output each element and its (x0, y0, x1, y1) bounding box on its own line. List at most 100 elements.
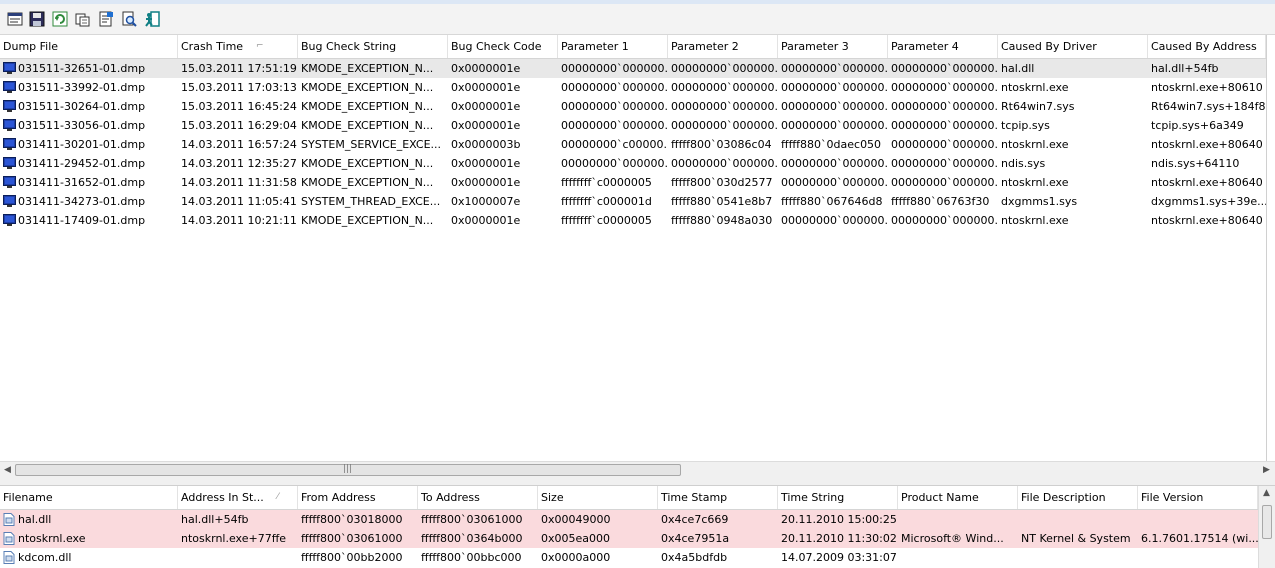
cell-crash-time: 15.03.2011 16:29:04 (181, 119, 297, 132)
horizontal-scroll-thumb[interactable]: ||| (15, 464, 681, 476)
cell-parameter-3: 00000000`000000... (781, 119, 888, 132)
dump-file-icon (3, 81, 16, 93)
column-parameter-1[interactable]: Parameter 1 (558, 35, 668, 58)
cell-crash-time: 14.03.2011 16:57:24 (181, 138, 297, 151)
sort-arrow-icon: ⁄ (277, 492, 279, 502)
cell-parameter-3: 00000000`000000... (781, 62, 888, 75)
column-bug-check-string[interactable]: Bug Check String (298, 35, 448, 58)
column-size[interactable]: Size (538, 486, 658, 509)
cell-caused-by-address: ntoskrnl.exe+80640 (1151, 176, 1263, 189)
cell-caused-by-driver: tcpip.sys (1001, 119, 1050, 132)
cell-caused-by-address: ntoskrnl.exe+80640 (1151, 214, 1263, 227)
cell-parameter-1: ffffffff`c000001d (561, 195, 652, 208)
column-dump-file[interactable]: Dump File (0, 35, 178, 58)
column-parameter-3[interactable]: Parameter 3 (778, 35, 888, 58)
dump-file-icon (3, 138, 16, 150)
cell-time-string: 14.07.2009 03:31:07 (781, 551, 897, 564)
column-caused-by-driver[interactable]: Caused By Driver (998, 35, 1148, 58)
column-product-name[interactable]: Product Name (898, 486, 1018, 509)
column-to-address[interactable]: To Address (418, 486, 538, 509)
cell-crash-time: 14.03.2011 11:05:41 (181, 195, 297, 208)
crash-list-vertical-scrollbar[interactable] (1266, 35, 1275, 461)
column-filename[interactable]: Filename (0, 486, 178, 509)
cell-parameter-4: 00000000`000000... (891, 100, 998, 113)
driver-row[interactable]: ntoskrnl.exe ntoskrnl.exe+77ffe fffff800`0… (0, 529, 1258, 548)
cell-crash-time: 15.03.2011 16:45:24 (181, 100, 297, 113)
cell-dump-file: 031411-17409-01.dmp (18, 214, 146, 227)
driver-list[interactable]: Filename Address In St... ⁄ From Address … (0, 486, 1258, 568)
column-time-string[interactable]: Time String (778, 486, 898, 509)
toolbar (0, 4, 1275, 35)
column-time-stamp[interactable]: Time Stamp (658, 486, 778, 509)
column-crash-time[interactable]: Crash Time ⌐ (178, 35, 298, 58)
cell-parameter-2: 00000000`000000... (671, 81, 778, 94)
cell-dump-file: 031511-32651-01.dmp (18, 62, 146, 75)
scroll-right-icon[interactable]: ▶ (1263, 465, 1270, 475)
cell-bug-check-code: 0x0000001e (451, 176, 521, 189)
crash-row[interactable]: 031511-30264-01.dmp 15.03.2011 16:45:24 KM… (0, 97, 1266, 116)
crash-row[interactable]: 031411-17409-01.dmp 14.03.2011 10:21:11 KM… (0, 211, 1266, 230)
cell-bug-check-code: 0x0000001e (451, 100, 521, 113)
column-from-address[interactable]: From Address (298, 486, 418, 509)
driver-list-vertical-scrollbar[interactable]: ▲ (1258, 486, 1275, 568)
driver-file-icon (3, 551, 16, 564)
cell-dump-file: 031511-30264-01.dmp (18, 100, 146, 113)
html-report-icon[interactable] (97, 10, 115, 27)
vertical-scroll-thumb[interactable] (1262, 505, 1272, 539)
crash-row[interactable]: 031411-31652-01.dmp 14.03.2011 11:31:58 KM… (0, 173, 1266, 192)
exit-icon[interactable] (143, 10, 161, 27)
column-parameter-4[interactable]: Parameter 4 (888, 35, 998, 58)
cell-filename: ntoskrnl.exe (18, 532, 86, 545)
cell-bug-check-string: KMODE_EXCEPTION_N... (301, 100, 434, 113)
cell-caused-by-driver: Rt64win7.sys (1001, 100, 1075, 113)
cell-bug-check-code: 0x0000001e (451, 81, 521, 94)
refresh-icon[interactable] (51, 10, 69, 27)
scroll-up-icon[interactable]: ▲ (1263, 488, 1270, 498)
cell-crash-time: 14.03.2011 12:35:27 (181, 157, 297, 170)
column-file-version[interactable]: File Version (1138, 486, 1258, 509)
cell-parameter-3: 00000000`000000... (781, 157, 888, 170)
column-address-in-stack[interactable]: Address In St... ⁄ (178, 486, 298, 509)
driver-file-icon (3, 532, 16, 545)
properties-icon[interactable] (6, 10, 24, 27)
cell-filename: hal.dll (18, 513, 52, 526)
cell-caused-by-driver: ntoskrnl.exe (1001, 81, 1069, 94)
cell-bug-check-code: 0x0000001e (451, 157, 521, 170)
column-caused-by-address[interactable]: Caused By Address (1148, 35, 1266, 58)
crash-row[interactable]: 031411-34273-01.dmp 14.03.2011 11:05:41 SY… (0, 192, 1266, 211)
crash-row[interactable]: 031511-32651-01.dmp 15.03.2011 17:51:19 KM… (0, 59, 1266, 78)
cell-size: 0x0000a000 (541, 551, 611, 564)
cell-time-string: 20.11.2010 15:00:25 (781, 513, 897, 526)
copy-icon[interactable] (74, 10, 92, 27)
crash-list[interactable]: Dump File Crash Time ⌐ Bug Check String B… (0, 35, 1266, 461)
cell-bug-check-string: KMODE_EXCEPTION_N... (301, 157, 434, 170)
crash-row[interactable]: 031411-29452-01.dmp 14.03.2011 12:35:27 KM… (0, 154, 1266, 173)
cell-bug-check-string: KMODE_EXCEPTION_N... (301, 214, 434, 227)
driver-row[interactable]: kdcom.dll fffff800`00bb2000 fffff800`00bbc… (0, 548, 1258, 567)
cell-parameter-4: 00000000`000000... (891, 157, 998, 170)
cell-parameter-4: 00000000`000000... (891, 138, 998, 151)
cell-parameter-2: 00000000`000000... (671, 157, 778, 170)
cell-to-address: fffff800`0364b000 (421, 532, 523, 545)
cell-caused-by-address: tcpip.sys+6a349 (1151, 119, 1244, 132)
column-parameter-2[interactable]: Parameter 2 (668, 35, 778, 58)
crash-row[interactable]: 031411-30201-01.dmp 14.03.2011 16:57:24 SY… (0, 135, 1266, 154)
crash-row[interactable]: 031511-33056-01.dmp 15.03.2011 16:29:04 KM… (0, 116, 1266, 135)
cell-caused-by-driver: ntoskrnl.exe (1001, 138, 1069, 151)
scroll-left-icon[interactable]: ◀ (4, 465, 11, 475)
cell-bug-check-string: KMODE_EXCEPTION_N... (301, 62, 434, 75)
crash-list-horizontal-scrollbar[interactable]: ◀ ||| ▶ (0, 461, 1275, 479)
find-icon[interactable] (120, 10, 138, 27)
crash-list-header: Dump File Crash Time ⌐ Bug Check String B… (0, 35, 1266, 59)
cell-product-name: Microsoft® Wind... (901, 532, 1004, 545)
cell-bug-check-code: 0x0000001e (451, 119, 521, 132)
save-icon[interactable] (28, 10, 46, 27)
driver-row[interactable]: hal.dll hal.dll+54fb fffff800`03018000 ffff… (0, 510, 1258, 529)
cell-parameter-2: 00000000`000000... (671, 100, 778, 113)
pane-splitter[interactable] (0, 479, 1275, 486)
dump-file-icon (3, 176, 16, 188)
column-file-description[interactable]: File Description (1018, 486, 1138, 509)
crash-row[interactable]: 031511-33992-01.dmp 15.03.2011 17:03:13 KM… (0, 78, 1266, 97)
column-bug-check-code[interactable]: Bug Check Code (448, 35, 558, 58)
cell-from-address: fffff800`00bb2000 (301, 551, 403, 564)
